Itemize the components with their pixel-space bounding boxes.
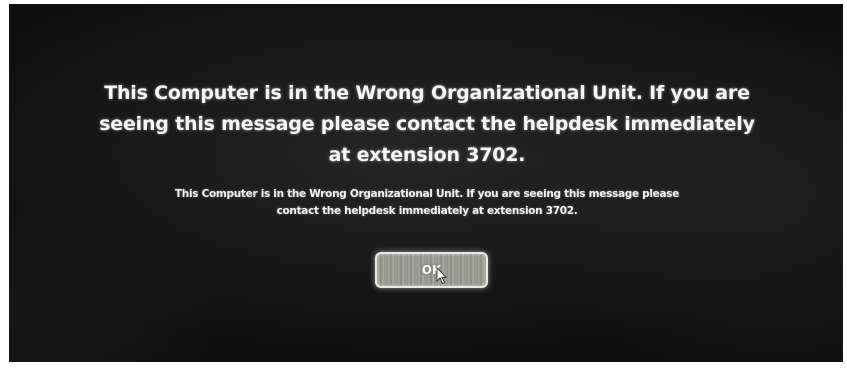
message-heading: This Computer is in the Wrong Organizati… [99, 82, 755, 166]
photo-frame: This Computer is in the Wrong Organizati… [0, 0, 847, 369]
ok-button[interactable]: OK [375, 252, 488, 288]
screen-glare [9, 4, 843, 362]
message-detail: This Computer is in the Wrong Organizati… [174, 188, 680, 217]
mouse-pointer-icon [436, 267, 447, 285]
monitor-screen: This Computer is in the Wrong Organizati… [9, 4, 843, 362]
